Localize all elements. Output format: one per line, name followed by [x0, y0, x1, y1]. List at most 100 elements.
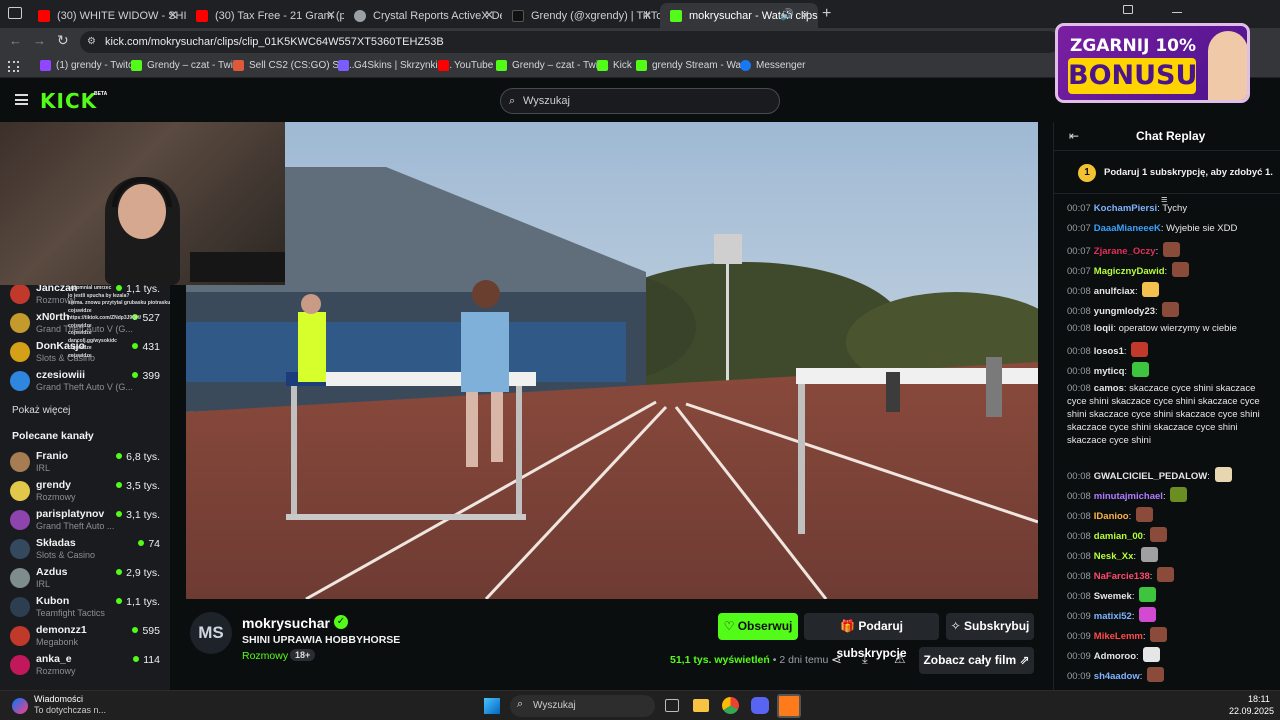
- task-view-icon[interactable]: [665, 699, 679, 712]
- back-icon[interactable]: ←: [9, 33, 22, 48]
- chat-username[interactable]: IDanioo: [1094, 511, 1129, 522]
- chat-username[interactable]: losos1: [1094, 346, 1124, 357]
- bookmark[interactable]: grendy Stream - Wa...: [636, 60, 749, 71]
- sidebar-channel[interactable]: Azdus IRL 2,9 tys.: [10, 566, 160, 592]
- bookmark[interactable]: YouTube: [438, 60, 493, 71]
- clip-age: 2 dni temu: [779, 654, 829, 666]
- sidebar-channel[interactable]: czesiowiii Grand Theft Auto V (G... 399: [10, 369, 160, 395]
- chat-username[interactable]: NaFarcie138: [1094, 571, 1150, 582]
- sidebar-channel[interactable]: demonzz1 Megabonk 595: [10, 624, 160, 650]
- bookmark[interactable]: Grendy – czat - Twit...: [496, 60, 609, 71]
- new-tab-button[interactable]: +: [822, 5, 831, 23]
- chat-username[interactable]: matixi52: [1094, 611, 1132, 622]
- chat-message: 00:08 camos: skaczace cyce shini skaczace…: [1067, 382, 1275, 447]
- chat-username[interactable]: anulfciax: [1094, 286, 1135, 297]
- chat-username[interactable]: Zjarane_Oczy: [1094, 246, 1156, 257]
- close-tab-icon[interactable]: ✕: [484, 8, 494, 22]
- app-icon[interactable]: [777, 694, 801, 718]
- chat-timestamp: 00:08: [1067, 571, 1091, 582]
- discord-icon[interactable]: [751, 697, 769, 714]
- video-player[interactable]: [186, 122, 1038, 599]
- promo-banner[interactable]: ZGARNIJ 10% BONUSU: [1055, 23, 1250, 103]
- window-icon[interactable]: [1123, 5, 1133, 14]
- channel-name: Franio: [36, 450, 69, 462]
- close-tab-icon[interactable]: ✕: [642, 8, 652, 22]
- channel-avatar[interactable]: MS: [190, 612, 232, 654]
- browser-tab[interactable]: Crystal Reports ActiveX Designe ✕: [344, 3, 502, 28]
- chat-username[interactable]: minutajmichael: [1094, 491, 1163, 502]
- bookmark[interactable]: Messenger: [740, 60, 805, 71]
- gift-banner-text: Podaruj 1 subskrypcję, aby zdobyć 1.: [1104, 167, 1273, 178]
- chat-timestamp: 00:08: [1067, 383, 1091, 394]
- taskbar-search[interactable]: ⌕ Wyszukaj: [510, 695, 655, 717]
- minimize-icon[interactable]: [1172, 12, 1182, 13]
- sidebar-channel[interactable]: Kubon Teamfight Tactics 1,1 tys.: [10, 595, 160, 621]
- reload-icon[interactable]: ↻: [57, 32, 69, 49]
- chat-username[interactable]: sh4aadow: [1094, 671, 1140, 682]
- windows-start-icon[interactable]: [484, 698, 500, 714]
- share-icon[interactable]: ⋖: [831, 652, 842, 668]
- browser-tab[interactable]: (30) WHITE WIDOW - SHINJUKU ✕: [28, 3, 186, 28]
- watch-full-video-button[interactable]: Zobacz cały film ⇗: [919, 647, 1034, 674]
- chat-username[interactable]: Swemek: [1094, 591, 1132, 602]
- notification-title[interactable]: Wiadomości: [34, 694, 83, 704]
- bookmark[interactable]: (1) grendy - Twitch: [40, 60, 139, 71]
- sidebar-channel[interactable]: anka_e Rozmowy 114: [10, 653, 160, 679]
- emote-icon: [1170, 487, 1188, 502]
- forward-icon[interactable]: →: [33, 33, 46, 48]
- bookmark[interactable]: Sell CS2 (CS:GO) Ski...: [233, 60, 355, 71]
- menu-icon[interactable]: [15, 94, 28, 105]
- chat-username[interactable]: GWALCICIEL_PEDALOW: [1094, 471, 1207, 482]
- sidebar-channel[interactable]: Franio IRL 6,8 tys.: [10, 450, 160, 476]
- apps-icon[interactable]: [8, 61, 19, 72]
- follow-button[interactable]: ♡ Obserwuj: [718, 613, 798, 640]
- bookmark[interactable]: Kick: [597, 60, 632, 71]
- close-tab-icon[interactable]: ✕: [326, 8, 336, 22]
- chat-username[interactable]: yungmlody23: [1094, 306, 1155, 317]
- messenger-notification-icon[interactable]: [12, 698, 28, 714]
- bookmark[interactable]: G4Skins | Skrzynki -...: [338, 60, 452, 71]
- file-explorer-icon[interactable]: [693, 699, 709, 712]
- sidebar-channel[interactable]: grendy Rozmowy 3,5 tys.: [10, 479, 160, 505]
- chat-username[interactable]: Admoroo: [1094, 651, 1136, 662]
- chat-username[interactable]: Nesk_Xx: [1094, 551, 1134, 562]
- clip-category[interactable]: Rozmowy: [242, 650, 288, 662]
- chat-message: 00:08 NaFarcie138:: [1067, 567, 1275, 583]
- chat-username[interactable]: camos: [1094, 383, 1124, 394]
- site-info-icon[interactable]: ⚙: [87, 31, 96, 53]
- browser-tab-active[interactable]: mokrysuchar - Watch clips 🔊 ✕: [660, 3, 818, 28]
- speaker-icon[interactable]: 🔊: [780, 8, 794, 21]
- chat-username[interactable]: DaaaMianeeeK: [1094, 223, 1161, 234]
- close-tab-icon[interactable]: ✕: [800, 8, 810, 22]
- tab-list-icon[interactable]: [8, 7, 22, 19]
- url-field[interactable]: ⚙ kick.com/mokrysuchar/clips/clip_01K5KW…: [80, 31, 1060, 53]
- clock-time[interactable]: 18:11: [1248, 694, 1270, 704]
- gift-subs-button[interactable]: 🎁 Podaruj subskrypcje: [804, 613, 939, 660]
- chat-username[interactable]: MagicznyDawid: [1094, 266, 1165, 277]
- chat-username[interactable]: KochamPiersi: [1094, 203, 1157, 214]
- sidebar-channel[interactable]: parisplatynov Grand Theft Auto ... 3,1 t…: [10, 508, 160, 534]
- gift-banner[interactable]: 1 Podaruj 1 subskrypcję, aby zdobyć 1.: [1054, 150, 1280, 194]
- report-icon[interactable]: ⚠: [894, 651, 906, 667]
- channel-name[interactable]: mokrysuchar: [242, 615, 330, 631]
- chat-username[interactable]: loqii: [1094, 323, 1114, 334]
- sidebar-channel[interactable]: Składas Slots & Casino 74: [10, 537, 160, 563]
- chat-username[interactable]: MikeLemm: [1094, 631, 1143, 642]
- viewer-count: 3,5 tys.: [116, 480, 160, 492]
- download-icon[interactable]: ⤓: [862, 651, 868, 667]
- channel-category: Teamfight Tactics: [36, 608, 105, 618]
- chat-username[interactable]: damian_00: [1094, 531, 1143, 542]
- chat-timestamp: 00:07: [1067, 203, 1091, 214]
- clock-date[interactable]: 22.09.2025: [1229, 706, 1274, 716]
- kick-logo[interactable]: KICK: [40, 89, 97, 113]
- chat-username[interactable]: myticq: [1094, 366, 1125, 377]
- subscribe-button[interactable]: ✧ Subskrybuj: [946, 613, 1034, 640]
- show-more-link[interactable]: Pokaż więcej: [12, 405, 70, 416]
- chrome-icon[interactable]: [722, 697, 739, 714]
- bookmark[interactable]: Grendy – czat - Twit...: [131, 60, 244, 71]
- collapse-chat-icon[interactable]: ⇤: [1069, 129, 1079, 143]
- browser-tab[interactable]: Grendy (@xgrendy) | TikTok ✕: [502, 3, 660, 28]
- browser-tab[interactable]: (30) Tax Free - 21 Gram (prod. C ✕: [186, 3, 344, 28]
- close-tab-icon[interactable]: ✕: [168, 8, 178, 22]
- search-input[interactable]: ⌕ Wyszukaj: [500, 88, 780, 114]
